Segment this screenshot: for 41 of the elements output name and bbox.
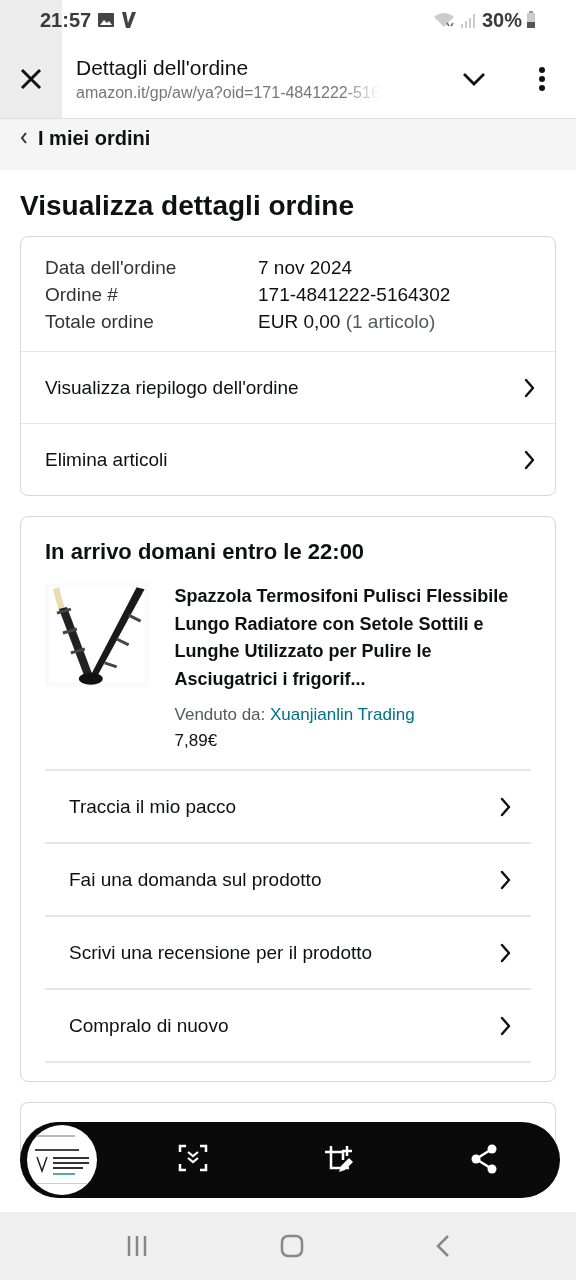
delivery-status: In arrivo domani entro le 22:00 (45, 539, 365, 565)
field-value: 7 nov 2024 (258, 257, 353, 279)
action-link[interactable]: Compralo di nuovo (45, 988, 531, 1063)
field-label: Ordine # (45, 284, 118, 306)
recent-apps-icon[interactable] (126, 1235, 148, 1257)
scroll-capture-icon[interactable] (177, 1144, 208, 1172)
breadcrumb-link[interactable]: I miei ordini (0, 119, 151, 157)
image-icon (97, 12, 116, 28)
share-icon[interactable] (470, 1144, 499, 1174)
chevron-right-icon[interactable] (499, 1015, 511, 1036)
action-link[interactable]: Scrivi una recensione per il prodotto (45, 915, 531, 988)
chevron-right-icon[interactable] (523, 377, 535, 398)
seller-line: Venduto da: Xuanjianlin Trading (174, 705, 415, 725)
chevron-right-icon[interactable] (499, 796, 511, 817)
field-label: Data dell'ordine (45, 257, 177, 279)
close-icon[interactable] (20, 68, 42, 90)
field-value: EUR 0,00 (1 articolo) (258, 311, 436, 333)
back-chevron-icon[interactable] (20, 132, 28, 144)
clock: 21:57 (40, 8, 92, 32)
home-icon[interactable] (280, 1234, 304, 1258)
action-link[interactable]: Fai una domanda sul prodotto (45, 842, 531, 915)
v-logo-icon (121, 11, 138, 29)
page-heading: Visualizza dettagli ordine (20, 190, 354, 222)
battery-level: 30% (481, 8, 522, 32)
product-price: 7,89€ (174, 731, 218, 751)
seller-link[interactable]: Xuanjianlin Trading (270, 705, 415, 724)
more-menu-icon[interactable] (538, 67, 546, 91)
field-label: Totale ordine (45, 311, 154, 333)
chevron-down-icon[interactable] (462, 72, 486, 86)
summary-link[interactable]: Visualizza riepilogo dell'ordine (21, 351, 555, 423)
back-icon[interactable] (436, 1234, 450, 1258)
signal-icon (459, 11, 478, 29)
page-title: Dettagli dell'ordine (76, 56, 250, 80)
chevron-right-icon[interactable] (523, 449, 535, 470)
chevron-right-icon[interactable] (499, 869, 511, 890)
summary-link[interactable]: Elimina articoli (21, 423, 555, 495)
product-title[interactable]: Spazzola Termosifoni Pulisci Flessibile Lungo Radiatore con Setole Sottili e Lunghe Utilizzato per Pulire le Asciugatrici i frigorif... (174, 583, 531, 693)
action-link[interactable]: Traccia il mio pacco (45, 769, 531, 842)
field-value: 171-4841222-5164302 (258, 284, 451, 306)
battery-icon (526, 11, 536, 29)
chevron-right-icon[interactable] (499, 942, 511, 963)
